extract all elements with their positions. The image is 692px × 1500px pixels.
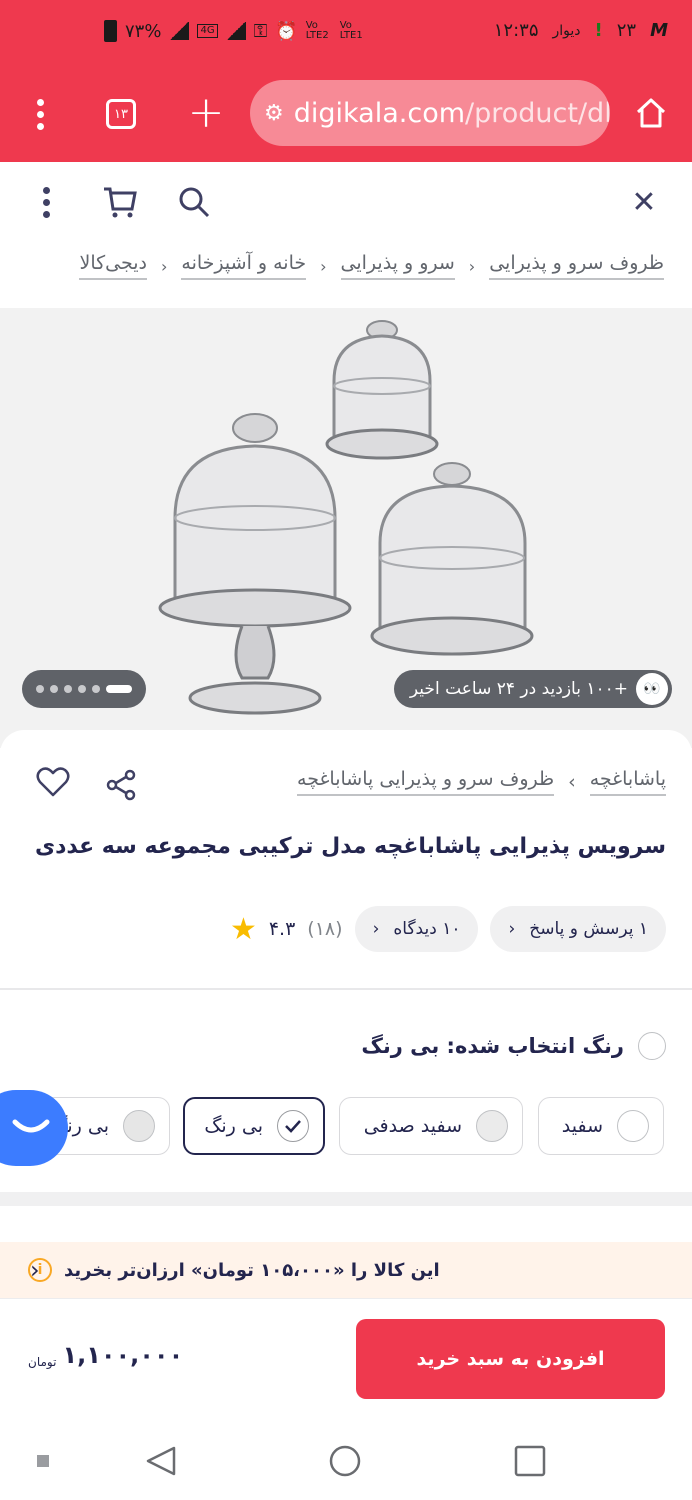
rating-count: (۱۸) xyxy=(307,918,343,940)
notification-count: ۲۳ xyxy=(616,20,637,41)
chevron-left-icon: ‹ xyxy=(30,1256,40,1284)
views-text: +۱۰۰ بازدید در ۲۴ ساعت اخیر xyxy=(409,679,628,699)
more-options-icon[interactable] xyxy=(38,184,54,220)
color-option-label: بی رنگ xyxy=(204,1115,263,1137)
color-option-white[interactable]: سفید xyxy=(538,1097,664,1155)
qa-label: ۱ پرسش و پاسخ xyxy=(529,919,648,939)
home-icon[interactable] xyxy=(632,94,670,132)
status-right: ۱۲:۳۵ دیوار ! ۲۳ M xyxy=(494,20,668,41)
cart-icon[interactable] xyxy=(102,184,138,220)
system-nav-bar xyxy=(0,1418,692,1500)
app-toolbar: ✕ xyxy=(0,162,692,242)
network-type: 4G xyxy=(197,24,218,38)
brand-link[interactable]: پاشاباغچه xyxy=(589,768,666,796)
cheaper-offer-bar[interactable]: i این کالا را «۱۰۵،۰۰۰ تومان» ارزان‌تر ب… xyxy=(0,1242,692,1298)
status-bar: ۷۳% 4G ⚿ ⏰ Vo LTE2 Vo LTE1 ۱۲:۳۵ دیوار !… xyxy=(0,0,692,68)
product-info-sheet: پاشاباغچه ‹ ظروف سرو و پذیرایی پاشاباغچه… xyxy=(0,730,692,1190)
breadcrumb-item[interactable]: ظروف سرو و پذیرایی xyxy=(489,252,664,280)
status-left: ۷۳% 4G ⚿ ⏰ Vo LTE2 Vo LTE1 xyxy=(104,20,366,42)
buy-bar: افزودن به سبد خرید تومان ۱,۱۰۰,۰۰۰ xyxy=(0,1298,692,1418)
color-option-label: سفید صدفی xyxy=(363,1115,462,1137)
cheaper-offer-text: این کالا را «۱۰۵،۰۰۰ تومان» ارزان‌تر بخر… xyxy=(64,1259,440,1281)
add-to-cart-button[interactable]: افزودن به سبد خرید xyxy=(356,1319,665,1399)
site-settings-icon[interactable]: ⚙ xyxy=(264,101,284,126)
price-currency: تومان xyxy=(28,1355,57,1369)
alarm-icon: ⏰ xyxy=(275,20,298,42)
chevron-left-icon: ‹ xyxy=(320,256,327,276)
views-badge: 👀 +۱۰۰ بازدید در ۲۴ ساعت اخیر xyxy=(393,670,672,708)
back-icon[interactable] xyxy=(144,1444,178,1478)
recents-icon[interactable] xyxy=(513,1444,547,1478)
rating-value: ۴.۳ xyxy=(268,918,296,940)
brand-breadcrumb: پاشاباغچه ‹ ظروف سرو و پذیرایی پاشاباغچه xyxy=(297,768,666,796)
battery-icon xyxy=(104,20,117,42)
accessibility-icon[interactable] xyxy=(36,1454,50,1468)
clock: ۱۲:۳۵ xyxy=(493,20,539,41)
browser-toolbar: ۱۳ + ⚙ digikala.com/product/dl xyxy=(0,68,692,162)
address-bar[interactable]: ⚙ digikala.com/product/dl xyxy=(250,80,610,146)
tab-switcher-button[interactable]: ۱۳ xyxy=(106,99,136,129)
key-icon: ⚿ xyxy=(253,20,268,42)
star-icon: ★ xyxy=(229,911,257,947)
volte-1: Vo LTE1 xyxy=(339,20,363,41)
signal-icon xyxy=(169,22,190,40)
reviews-pill[interactable]: ۱۰ دیدگاه ‹ xyxy=(354,906,479,952)
section-separator xyxy=(0,1192,692,1206)
url-host: digikala.com xyxy=(293,97,466,129)
rating-row: ★ ۴.۳ (۱۸) ۱۰ دیدگاه ‹ ۱ پرسش و پاسخ ‹ xyxy=(230,906,666,952)
close-icon[interactable]: ✕ xyxy=(626,184,662,220)
gallery-pager[interactable] xyxy=(22,670,146,708)
m-app-icon: M xyxy=(650,20,668,41)
medium-jar-image xyxy=(370,462,534,656)
chevron-left-icon: ‹ xyxy=(372,919,380,939)
color-options: سفید سفید صدفی بی رنگ بی رنگ xyxy=(0,1097,692,1157)
heart-icon[interactable] xyxy=(36,766,72,802)
chevron-left-icon: ‹ xyxy=(568,771,576,793)
selected-color-label: رنگ انتخاب شده: بی رنگ xyxy=(361,1032,666,1060)
carrier-label: دیوار xyxy=(552,22,581,39)
battery-level: ۷۳% xyxy=(125,20,162,42)
product-title: سرویس پذیرایی پاشاباغچه مدل ترکیبی مجموع… xyxy=(34,834,666,859)
color-swatch xyxy=(123,1110,155,1142)
browser-menu-icon[interactable] xyxy=(34,96,46,132)
color-swatch xyxy=(476,1110,508,1142)
divider xyxy=(0,988,692,990)
search-icon[interactable] xyxy=(176,184,212,220)
selected-color-text: رنگ انتخاب شده: بی رنگ xyxy=(361,1034,624,1058)
breadcrumb-item[interactable]: خانه و آشپزخانه xyxy=(181,252,307,280)
color-option-pearl-white[interactable]: سفید صدفی xyxy=(339,1097,523,1155)
breadcrumb: دیجی‌کالا ‹ خانه و آشپزخانه ‹ سرو و پذیر… xyxy=(79,252,664,280)
tab-count: ۱۳ xyxy=(114,106,128,122)
qa-pill[interactable]: ۱ پرسش و پاسخ ‹ xyxy=(490,906,666,952)
color-option-clear-selected[interactable]: بی رنگ xyxy=(183,1097,325,1155)
color-option-label: سفید xyxy=(561,1115,603,1137)
share-icon[interactable] xyxy=(104,768,140,804)
new-tab-icon[interactable]: + xyxy=(186,88,226,138)
chevron-left-icon: ‹ xyxy=(468,256,476,276)
chevron-left-icon: ‹ xyxy=(161,256,168,276)
breadcrumb-item[interactable]: سرو و پذیرایی xyxy=(340,252,455,280)
price: تومان ۱,۱۰۰,۰۰۰ xyxy=(28,1341,183,1369)
check-icon xyxy=(277,1110,309,1142)
small-jar-image xyxy=(325,320,439,460)
product-gallery[interactable]: 👀 +۱۰۰ بازدید در ۲۴ ساعت اخیر xyxy=(0,308,692,748)
chevron-left-icon: ‹ xyxy=(508,919,516,939)
url-path: /product/dl xyxy=(465,97,610,129)
warning-icon: ! xyxy=(594,20,603,41)
signal-2-icon xyxy=(225,22,246,40)
home-nav-icon[interactable] xyxy=(328,1444,362,1478)
selected-color-swatch xyxy=(638,1032,666,1060)
volte-2: Vo LTE2 xyxy=(305,20,329,41)
breadcrumb-item[interactable]: دیجی‌کالا xyxy=(79,252,148,280)
category-link[interactable]: ظروف سرو و پذیرایی پاشاباغچه xyxy=(297,768,555,796)
color-swatch xyxy=(617,1110,649,1142)
price-value: ۱,۱۰۰,۰۰۰ xyxy=(62,1341,184,1369)
eyes-icon: 👀 xyxy=(636,673,668,705)
reviews-label: ۱۰ دیدگاه xyxy=(393,919,461,939)
